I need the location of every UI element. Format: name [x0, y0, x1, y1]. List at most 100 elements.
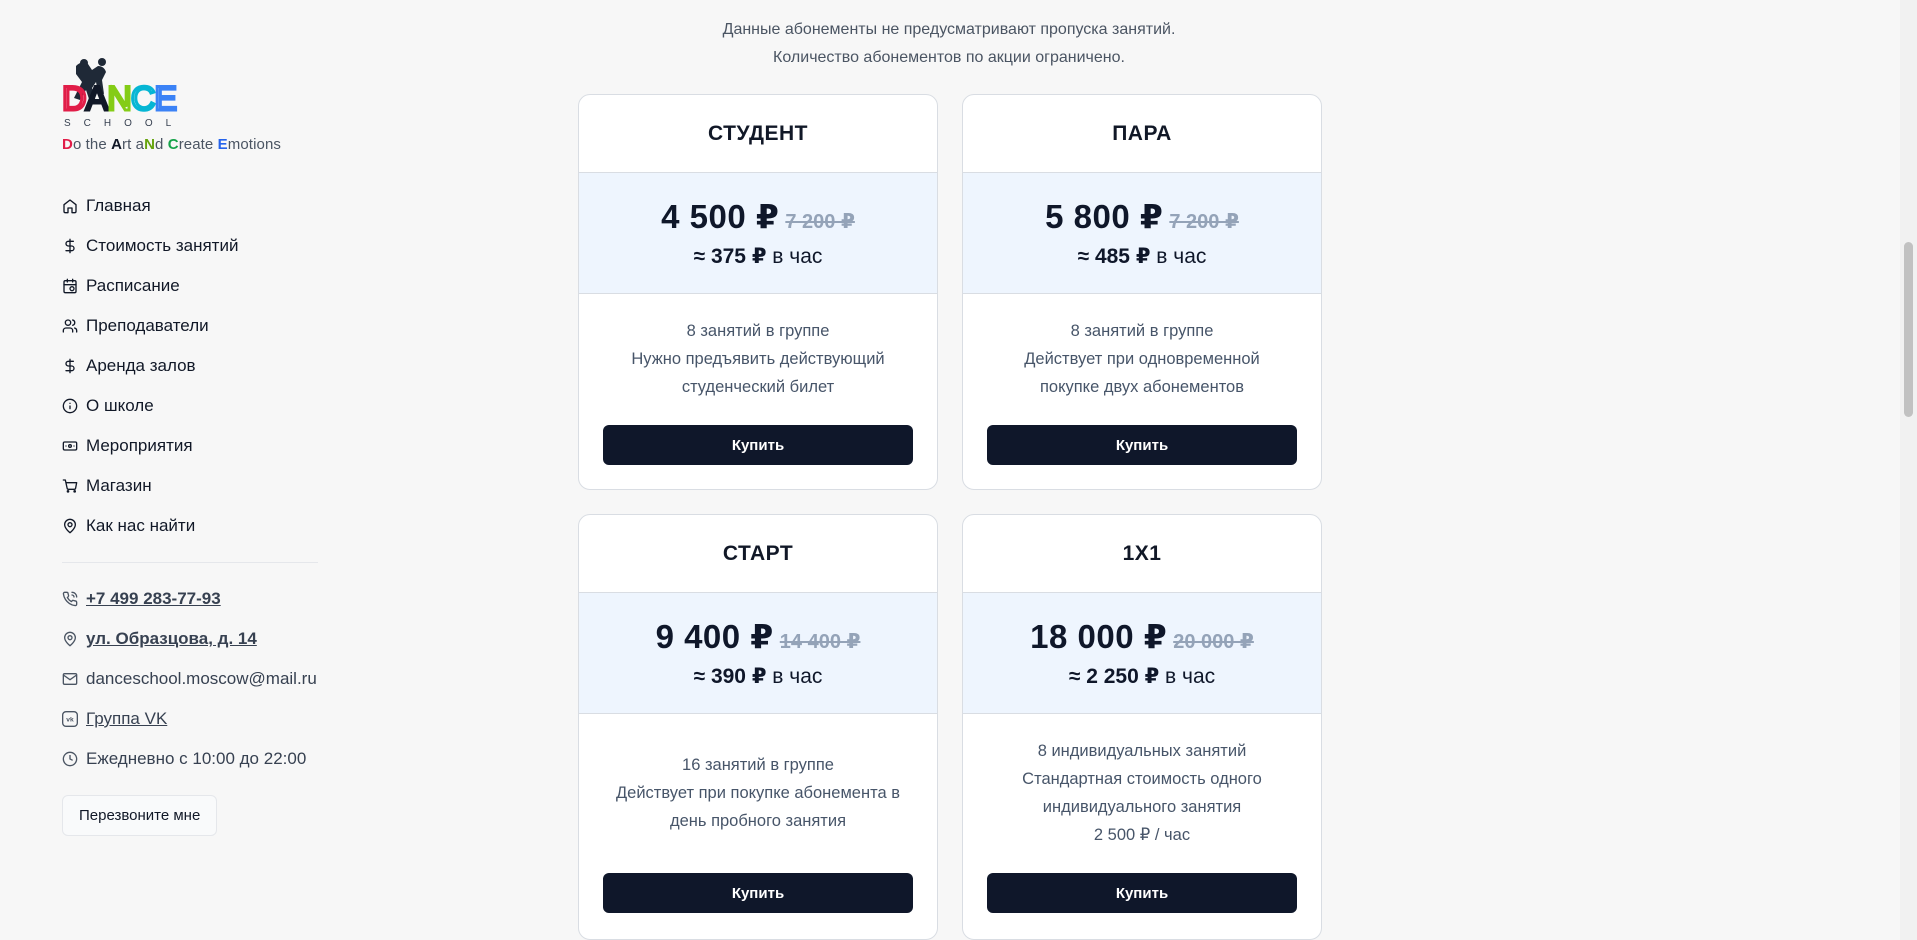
tagline: Do the Art aNd Create Emotions — [62, 136, 281, 153]
logo-dance-text: DANCE — [62, 80, 176, 118]
per-hour-price: 2 250 ₽ — [1086, 665, 1160, 688]
card-price-block: 4 500 ₽7 200 ₽ ≈ 375 ₽ в час — [579, 172, 937, 294]
scrollbar-thumb[interactable] — [1904, 242, 1913, 417]
sidebar-item-2[interactable]: Стоимость занятий — [62, 226, 238, 266]
card-title: СТАРТ — [722, 541, 794, 565]
card-title: СТУДЕНТ — [708, 121, 808, 145]
phone-icon — [62, 591, 78, 607]
card-title: ПАРА — [1112, 121, 1172, 145]
scrollbar[interactable] — [1900, 0, 1917, 940]
svg-text:vk: vk — [66, 717, 74, 724]
sidebar-item-5[interactable]: Аренда залов — [62, 346, 238, 386]
price-row: 9 400 ₽14 400 ₽ — [656, 617, 861, 656]
callback-button[interactable]: Перезвоните мне — [62, 795, 218, 836]
sidebar-item-label: Магазин — [86, 476, 152, 495]
per-hour-row: ≈ 2 250 ₽ в час — [1069, 664, 1215, 689]
vk-link[interactable]: Группа VK — [86, 709, 167, 729]
tagline-part: o the — [72, 136, 112, 153]
home-icon — [62, 198, 78, 214]
sidebar-item-label: О школе — [86, 396, 154, 415]
sidebar-item-7[interactable]: Мероприятия — [62, 426, 238, 466]
price-row: 5 800 ₽7 200 ₽ — [1045, 197, 1239, 236]
per-hour-row: ≈ 375 ₽ в час — [694, 244, 823, 269]
tagline-part: D — [62, 136, 73, 153]
pricing-card: ПАРА 5 800 ₽7 200 ₽ ≈ 485 ₽ в час 8 занятий… — [962, 94, 1322, 490]
sidebar-item-6[interactable]: О школе — [62, 386, 238, 426]
card-description: 8 занятий в группе Действует при одноврем… — [963, 294, 1321, 424]
mail-icon — [62, 671, 78, 687]
users-icon — [62, 318, 78, 334]
card-line: 8 занятий в группе — [686, 322, 830, 340]
sidebar-item-9[interactable]: Как нас найти — [62, 506, 238, 546]
pricing-card: СТАРТ 9 400 ₽14 400 ₽ ≈ 390 ₽ в час 16 заня… — [578, 514, 938, 940]
card-line: 8 индивидуальных занятий — [1037, 742, 1247, 760]
address-link[interactable]: ул. Образцова, д. 14 — [86, 629, 257, 649]
per-hour-suffix: в час — [1156, 245, 1207, 268]
tagline-part: A — [111, 136, 123, 153]
tagline-part: reate — [178, 136, 218, 153]
calendar-clock-icon — [62, 278, 78, 294]
tagline-part: d — [155, 136, 168, 153]
card-price-block: 5 800 ₽7 200 ₽ ≈ 485 ₽ в час — [963, 172, 1321, 294]
card-line: Стандартная стоимость одного — [1022, 770, 1262, 788]
card-line: Нужно предъявить действующий — [631, 350, 885, 368]
approx-sign: ≈ — [693, 665, 706, 688]
email-text: danceschool.moscow@mail.ru — [86, 669, 317, 688]
sidebar-item-label: Преподаватели — [86, 316, 209, 335]
cart-icon — [62, 478, 78, 494]
card-description: 16 занятий в группе Действует при покупке… — [579, 714, 937, 872]
sidebar-item-label: Стоимость занятий — [86, 236, 239, 255]
ticket-icon — [62, 438, 78, 454]
old-price: 7 200 ₽ — [785, 211, 855, 233]
map-pin-icon — [62, 518, 78, 534]
phone-link[interactable]: +7 499 283-77-93 — [86, 589, 221, 609]
hours-text: Ежедневно с 10:00 до 22:00 — [86, 749, 307, 768]
card-title: 1X1 — [1122, 541, 1162, 565]
per-hour-suffix: в час — [772, 665, 823, 688]
dollar-icon — [62, 358, 78, 374]
price: 5 800 ₽ — [1045, 198, 1164, 235]
sidebar-item-1[interactable]: Главная — [62, 186, 238, 226]
price: 18 000 ₽ — [1030, 618, 1168, 655]
sidebar-nav: Главная Стоимость занятий Расписание Препод… — [62, 186, 238, 546]
per-hour-suffix: в час — [1165, 665, 1216, 688]
card-line: покупке двух абонементов — [1039, 378, 1245, 396]
buy-button[interactable]: Купить — [603, 425, 913, 465]
contact-phone: +7 499 283-77-93 — [62, 579, 317, 619]
sidebar-item-label: Аренда залов — [86, 356, 196, 375]
per-hour-price: 485 ₽ — [1094, 245, 1151, 268]
dance-school-logo-icon: DANCE SCHOOL — [62, 58, 184, 128]
card-line: 2 500 ₽ / час — [1093, 826, 1191, 844]
card-line: 8 занятий в группе — [1070, 322, 1214, 340]
contacts: +7 499 283-77-93 ул. Образцова, д. 14 da… — [62, 579, 317, 779]
info-icon — [62, 398, 78, 414]
card-price-block: 9 400 ₽14 400 ₽ ≈ 390 ₽ в час — [579, 592, 937, 714]
sidebar-item-8[interactable]: Магазин — [62, 466, 238, 506]
pricing-card: 1X1 18 000 ₽20 000 ₽ ≈ 2 250 ₽ в час 8 инди… — [962, 514, 1322, 940]
tagline-part: E — [217, 136, 228, 153]
per-hour-row: ≈ 485 ₽ в час — [1078, 244, 1207, 269]
price-row: 4 500 ₽7 200 ₽ — [661, 197, 855, 236]
map-pin-icon — [62, 631, 78, 647]
tagline-part: motions — [227, 136, 281, 153]
per-hour-row: ≈ 390 ₽ в час — [694, 664, 823, 689]
contact-address: ул. Образцова, д. 14 — [62, 619, 317, 659]
tagline-part: C — [167, 136, 179, 153]
tagline-part: rt a — [122, 136, 145, 153]
clock-icon — [62, 751, 78, 767]
logo[interactable]: DANCE SCHOOL — [62, 58, 192, 128]
buy-button[interactable]: Купить — [603, 873, 913, 913]
logo-school-text: SCHOOL — [64, 118, 184, 128]
sidebar-item-4[interactable]: Преподаватели — [62, 306, 238, 346]
per-hour-suffix: в час — [772, 245, 823, 268]
sidebar: DANCE SCHOOL Do the Art aNd Create Emoti… — [62, 0, 322, 940]
price-row: 18 000 ₽20 000 ₽ — [1030, 617, 1254, 656]
card-line: индивидуального занятия — [1042, 798, 1242, 816]
sidebar-item-3[interactable]: Расписание — [62, 266, 238, 306]
buy-button[interactable]: Купить — [987, 425, 1297, 465]
approx-sign: ≈ — [1068, 665, 1081, 688]
card-line: студенческий билет — [681, 378, 835, 396]
buy-button[interactable]: Купить — [987, 873, 1297, 913]
old-price: 20 000 ₽ — [1173, 631, 1254, 653]
vk-icon: vk — [62, 711, 78, 727]
